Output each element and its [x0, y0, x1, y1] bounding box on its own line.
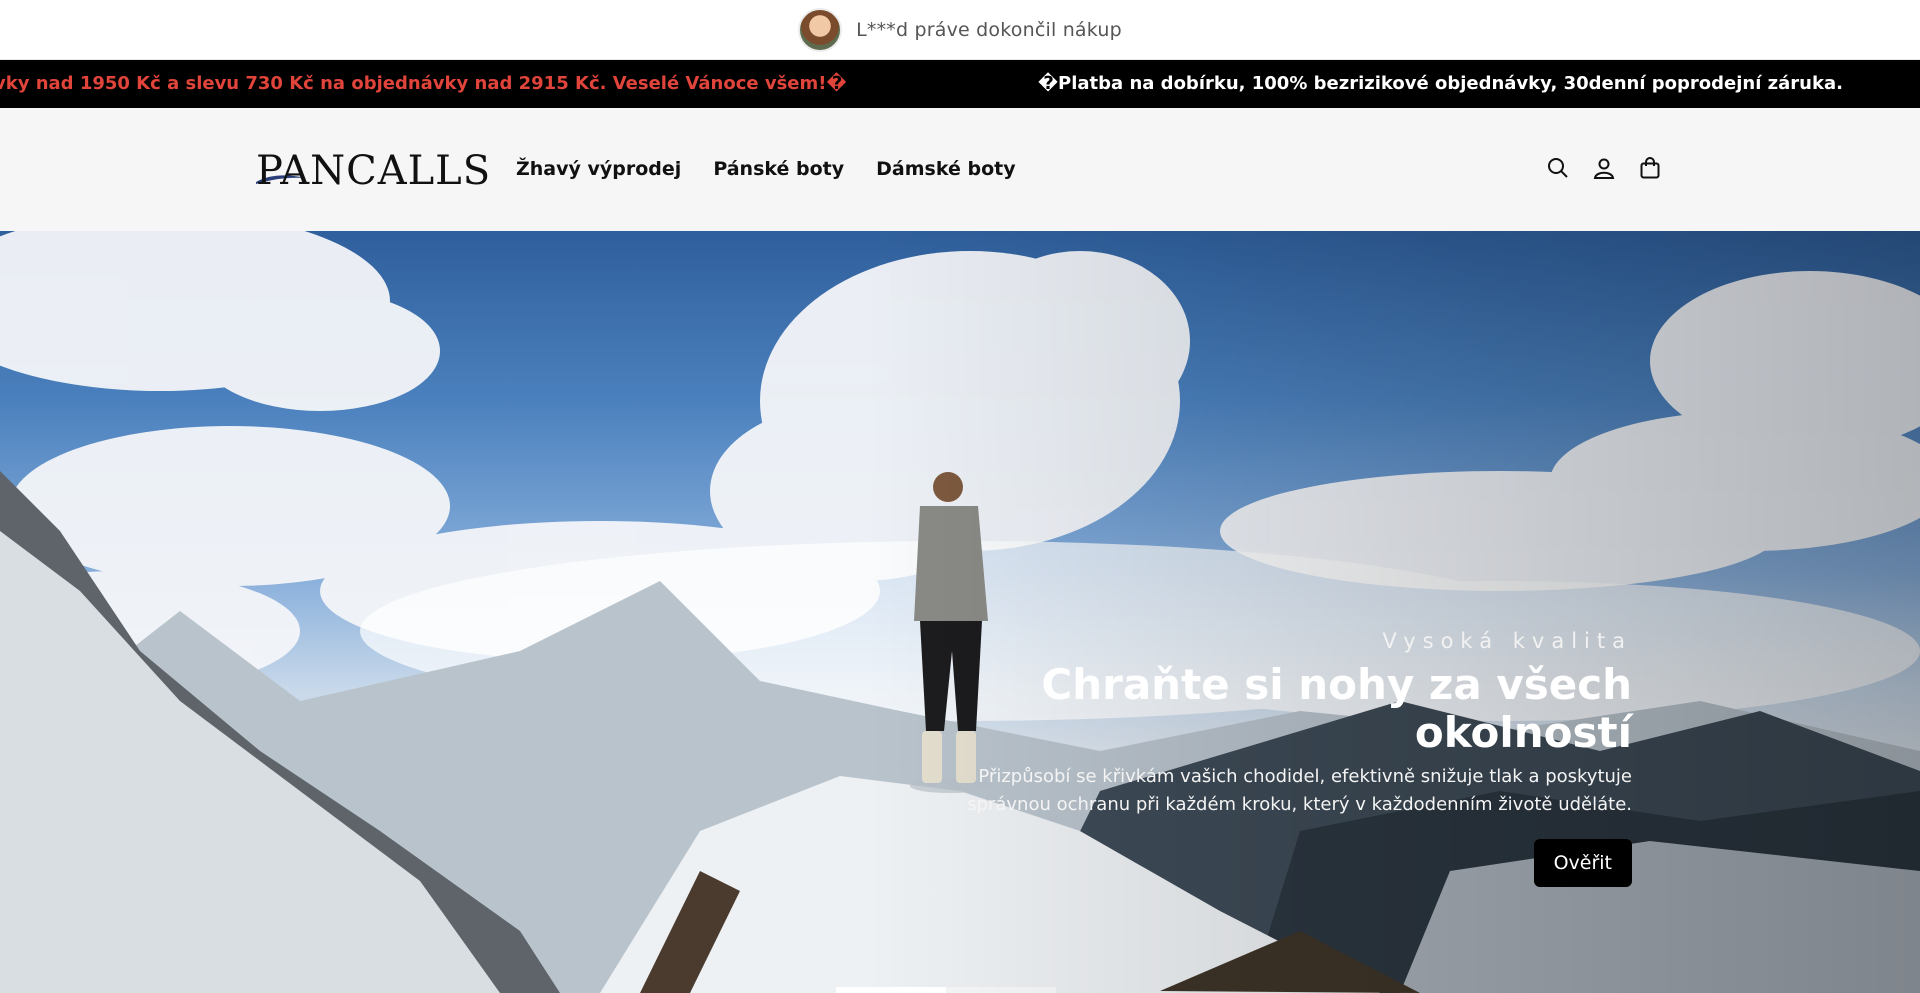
hero-description: Přizpůsobí se křivkám vašich chodidel, e… [872, 763, 1632, 819]
recent-purchase-notification: L***d práve dokončil nákup [0, 0, 1920, 60]
customer-avatar [798, 7, 843, 52]
announcement-ticker: vky nad 1950 Kč a slevu 730 Kč na objedn… [0, 60, 1920, 108]
hero-content: Vysoká kvalita Chraňte si nohy za všech … [872, 629, 1632, 887]
hero-description-line-2: správnou ochranu při každém kroku, který… [967, 794, 1632, 815]
search-icon[interactable] [1546, 156, 1570, 180]
hero-cta-button[interactable]: Ověřit [1533, 839, 1632, 887]
hero-banner: Vysoká kvalita Chraňte si nohy za všech … [0, 231, 1920, 993]
site-logo[interactable]: PANCALLS [256, 148, 491, 194]
notification-text: L***d práve dokončil nákup [856, 18, 1122, 41]
hero-description-line-1: Přizpůsobí se křivkám vašich chodidel, e… [978, 766, 1632, 787]
ticker-info-text: �Platba na dobírku, 100% bezrizikové obj… [1038, 73, 1843, 94]
header-actions [1546, 156, 1662, 180]
cart-icon[interactable] [1638, 156, 1662, 180]
account-icon[interactable] [1592, 156, 1616, 180]
nav-item-mens-shoes[interactable]: Pánské boty [713, 158, 844, 180]
hero-title-line-1: Chraňte si nohy za všech [1041, 660, 1632, 709]
hero-eyebrow: Vysoká kvalita [1382, 629, 1632, 653]
hero-title-line-2: okolností [1414, 708, 1632, 757]
hero-title: Chraňte si nohy za všech okolností [872, 661, 1632, 757]
nav-item-womens-shoes[interactable]: Dámské boty [876, 158, 1015, 180]
ticker-promo-text: vky nad 1950 Kč a slevu 730 Kč na objedn… [0, 73, 847, 94]
slide-indicator-2[interactable] [946, 987, 1056, 993]
site-header: PANCALLS Žhavý výprodej Pánské boty Dáms… [0, 108, 1920, 231]
nav-item-hot-sale[interactable]: Žhavý výprodej [516, 158, 681, 180]
slider-indicators [836, 987, 1056, 993]
slide-indicator-1[interactable] [836, 987, 946, 993]
main-navigation: Žhavý výprodej Pánské boty Dámské boty [516, 158, 1016, 180]
